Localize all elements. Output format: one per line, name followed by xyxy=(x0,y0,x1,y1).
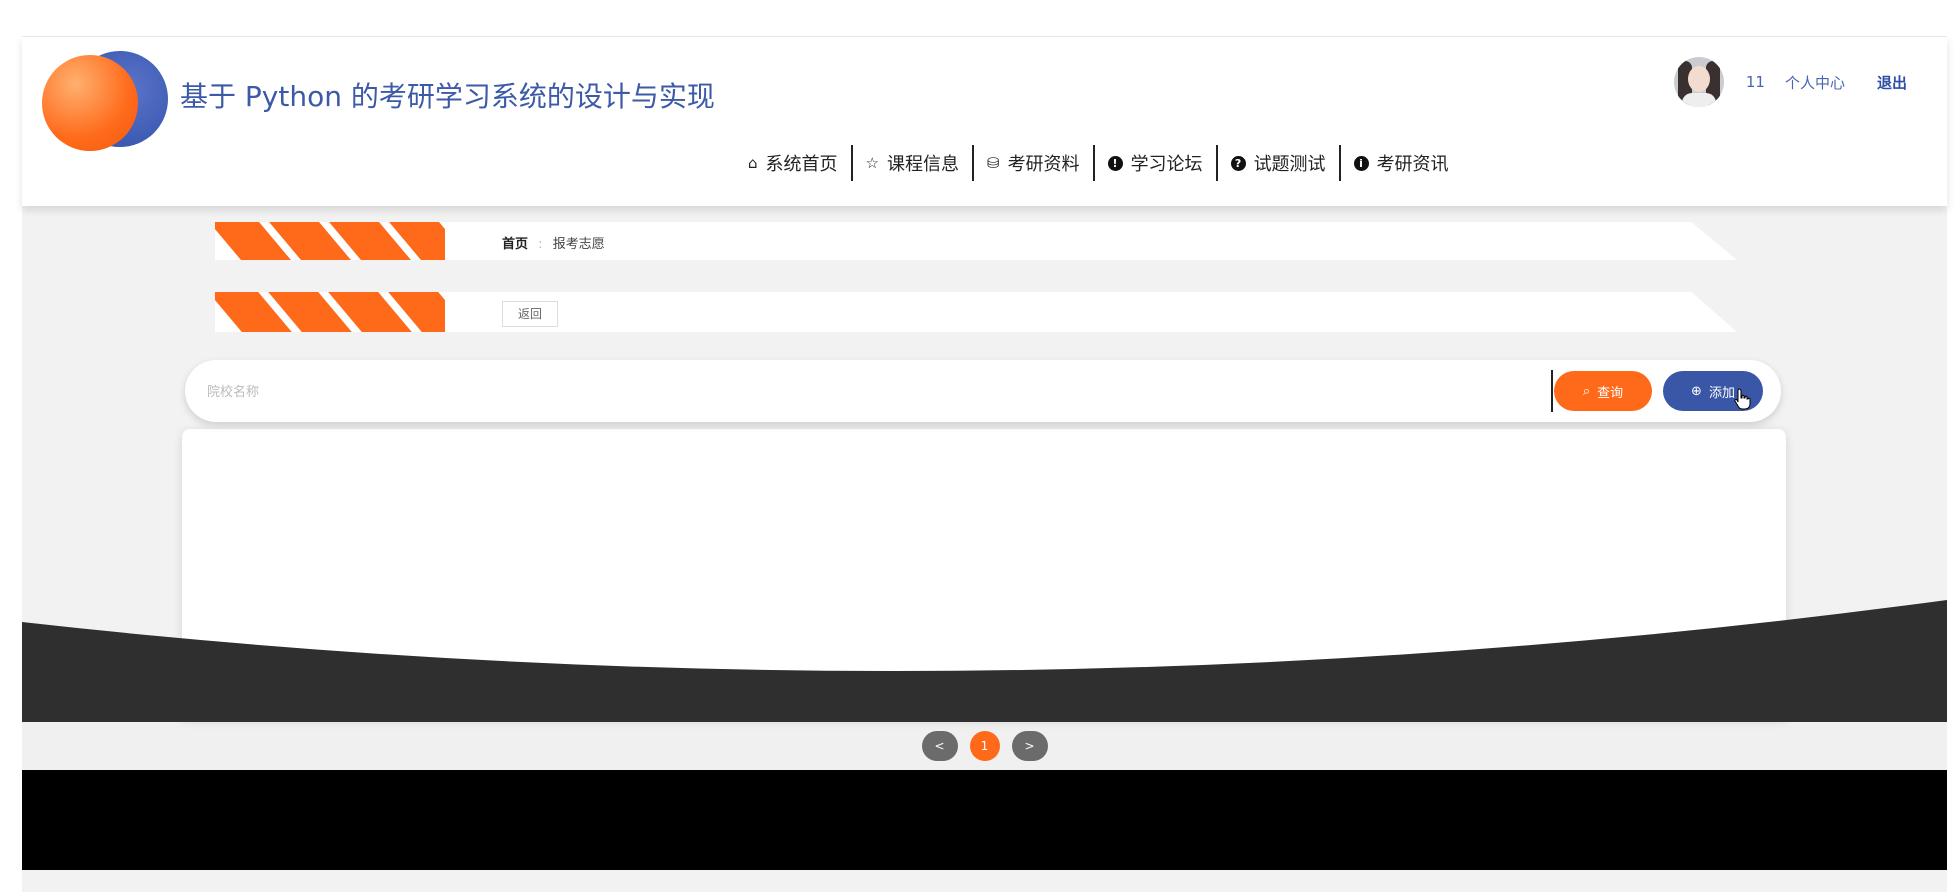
breadcrumb-separator: : xyxy=(538,237,543,252)
school-name-input[interactable] xyxy=(205,374,1509,410)
main-nav: ⌂ 系统首页 ☆ 课程信息 ⛁ 考研资料 ! 学习论坛 ? 试题测试 i 考研资… xyxy=(735,145,1462,181)
search-icon: ⌕ xyxy=(1582,383,1591,399)
next-page-button[interactable]: > xyxy=(1011,731,1048,761)
stripe-decoration xyxy=(215,292,445,332)
plus-circle-icon: ⊕ xyxy=(1691,383,1702,399)
pagination: < 1 > xyxy=(22,722,1947,770)
user-area: 11 个人中心 退出 xyxy=(1673,55,1907,109)
breadcrumb-ribbon: 首页 : 报考志愿 xyxy=(215,222,1737,260)
nav-item-home[interactable]: ⌂ 系统首页 xyxy=(735,145,851,181)
logout-link[interactable]: 退出 xyxy=(1877,72,1907,93)
nav-item-news[interactable]: i 考研资讯 xyxy=(1341,145,1462,181)
bag-icon: ⛁ xyxy=(986,154,1000,172)
nav-item-label: 试题测试 xyxy=(1253,154,1326,175)
bottom-strip xyxy=(22,870,1947,892)
home-icon: ⌂ xyxy=(748,154,758,172)
nav-item-label: 课程信息 xyxy=(886,154,959,175)
exclamation-circle-icon: ! xyxy=(1107,155,1123,171)
username: 11 xyxy=(1745,73,1765,91)
nav-item-materials[interactable]: ⛁ 考研资料 xyxy=(974,145,1093,181)
personal-center-link[interactable]: 个人中心 xyxy=(1785,72,1845,93)
breadcrumb: 首页 : 报考志愿 xyxy=(502,233,605,252)
avatar[interactable] xyxy=(1673,57,1724,107)
nav-item-label: 系统首页 xyxy=(765,154,838,175)
site-title: 基于 Python 的考研学习系统的设计与实现 xyxy=(180,80,715,113)
site-header: 基于 Python 的考研学习系统的设计与实现 11 个人中心 退出 ⌂ 系统首… xyxy=(22,37,1947,206)
star-icon: ☆ xyxy=(865,154,879,172)
search-bar: ⌕ 查询 ⊕ 添加 xyxy=(185,360,1781,422)
dark-wave-decoration xyxy=(22,600,1947,722)
query-button-label: 查询 xyxy=(1597,385,1624,401)
nav-item-label: 考研资料 xyxy=(1007,154,1080,175)
footer xyxy=(22,770,1947,870)
stripe-decoration xyxy=(215,222,445,260)
nav-item-label: 考研资讯 xyxy=(1376,154,1449,175)
text-caret xyxy=(1551,370,1553,412)
back-ribbon: 返回 xyxy=(215,292,1737,332)
breadcrumb-current: 报考志愿 xyxy=(552,237,605,252)
nav-item-tests[interactable]: ? 试题测试 xyxy=(1218,145,1339,181)
info-circle-icon: i xyxy=(1353,155,1369,171)
top-strip xyxy=(22,0,1947,37)
prev-page-button[interactable]: < xyxy=(921,731,958,761)
site-logo[interactable] xyxy=(42,51,168,151)
page-number-button[interactable]: 1 xyxy=(969,731,1000,761)
back-button[interactable]: 返回 xyxy=(502,301,558,327)
add-button-label: 添加 xyxy=(1708,385,1735,401)
nav-item-courses[interactable]: ☆ 课程信息 xyxy=(853,145,972,181)
breadcrumb-home[interactable]: 首页 xyxy=(502,237,528,252)
hand-cursor-icon xyxy=(1734,388,1751,410)
query-button[interactable]: ⌕ 查询 xyxy=(1554,371,1652,411)
nav-item-label: 学习论坛 xyxy=(1130,154,1203,175)
question-circle-icon: ? xyxy=(1230,155,1246,171)
nav-item-forum[interactable]: ! 学习论坛 xyxy=(1095,145,1216,181)
logo-orange-circle xyxy=(42,55,138,151)
